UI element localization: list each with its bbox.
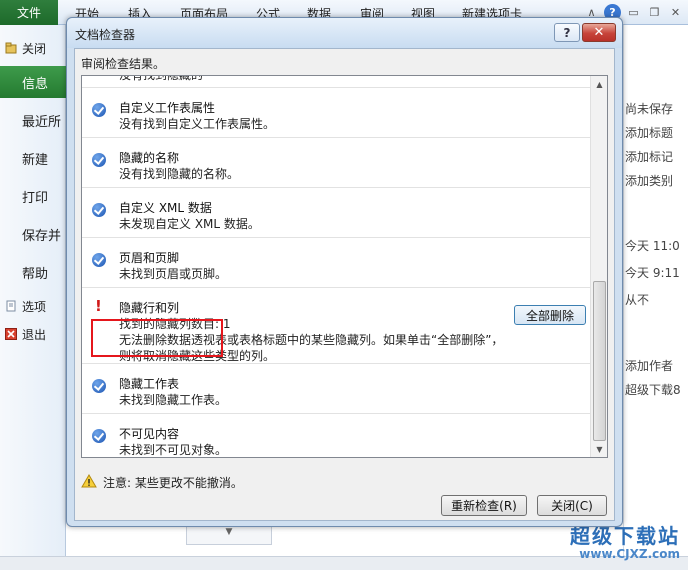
close-button[interactable]: 关闭(C) [537,495,607,516]
item-description: 未找到隐藏工作表。 [119,393,228,407]
list-item: 没有找到隐藏的 [82,75,591,88]
check-icon [92,379,106,393]
list-item: 页眉和页脚 未找到页眉或页脚。 [82,238,591,288]
list-item: 自定义工作表属性 没有找到自定义工作表属性。 [82,88,591,138]
item-description: 未发现自定义 XML 数据。 [119,217,260,231]
item-description: 没有找到自定义工作表属性。 [119,117,276,131]
backstage-close[interactable]: 关闭 [0,37,66,59]
info-text[interactable]: 添加作者 [625,357,673,374]
item-description: 没有找到隐藏的 [119,75,204,82]
minimize-icon[interactable]: ▭ [625,4,642,21]
check-icon [92,253,106,267]
annotation-highlight [91,319,223,357]
dropdown-stub[interactable]: ▼ [186,527,272,545]
exclamation-icon: ! [95,297,102,315]
check-icon [92,429,106,443]
inspection-results-list[interactable]: 没有找到隐藏的 自定义工作表属性 没有找到自定义工作表属性。 隐藏的名称 没有找… [81,75,608,458]
info-text[interactable]: 添加类别 [625,172,673,189]
check-icon [92,103,106,117]
scroll-down-icon[interactable]: ▼ [592,441,607,457]
info-text: 尚未保存 [625,102,674,116]
dialog-title: 文档检查器 [75,28,136,42]
info-text: 从不 [625,293,650,307]
results-items: 没有找到隐藏的 自定义工作表属性 没有找到自定义工作表属性。 隐藏的名称 没有找… [82,75,591,457]
info-text[interactable]: 添加标记 [625,148,673,165]
list-item: 隐藏的名称 没有找到隐藏的名称。 [82,138,591,188]
backstage-item-help[interactable]: 帮助 [0,256,66,288]
restore-icon[interactable]: ❐ [646,4,663,21]
info-text: 超级下载8 [625,383,681,397]
check-icon [92,203,106,217]
item-title: 自定义工作表属性 [119,101,216,115]
vertical-scrollbar[interactable]: ▲ ▼ [590,76,607,457]
item-title: 隐藏工作表 [119,377,180,391]
item-title: 页眉和页脚 [119,251,180,265]
note-text: 注意: 某些更改不能撤消。 [103,476,243,490]
folder-close-icon [5,42,17,54]
item-description: 没有找到隐藏的名称。 [119,167,240,181]
review-results-label: 审阅检查结果。 [81,57,166,71]
watermark-url: www.CJXZ.com [579,547,680,561]
backstage-item-info[interactable]: 信息 [0,66,66,98]
check-icon [92,153,106,167]
item-description: 未找到不可见对象。 [119,443,228,457]
backstage-item-new[interactable]: 新建 [0,142,66,174]
scroll-thumb[interactable] [593,281,606,441]
document-inspector-dialog: 文档检查器 ? ✕ 审阅检查结果。 没有找到隐藏的 自定义工作表属性 没有找到自… [66,17,623,527]
item-title: 自定义 XML 数据 [119,201,212,215]
backstage-item-print[interactable]: 打印 [0,180,66,212]
list-item: 隐藏工作表 未找到隐藏工作表。 [82,364,591,414]
file-tab[interactable]: 文件 [0,0,58,25]
backstage-exit[interactable]: 退出 [0,323,66,345]
recheck-button[interactable]: 重新检查(R) [441,495,527,516]
backstage-item-recent[interactable]: 最近所 [0,104,66,136]
list-item: 自定义 XML 数据 未发现自定义 XML 数据。 [82,188,591,238]
backstage-item-save-send[interactable]: 保存并 [0,218,66,250]
item-title: 不可见内容 [119,427,180,441]
info-text[interactable]: 添加标题 [625,124,673,141]
exit-icon [5,328,17,340]
document-icon [6,300,16,312]
backstage-nav: 关闭 信息 最近所 新建 打印 保存并 帮助 选项 退出 [0,25,66,570]
warning-icon [81,474,97,488]
backstage-options[interactable]: 选项 [0,295,66,317]
dialog-body: 审阅检查结果。 没有找到隐藏的 自定义工作表属性 没有找到自定义工作表属性。 隐… [74,48,615,521]
item-title: 隐藏的名称 [119,151,180,165]
dialog-close-button[interactable]: ✕ [582,23,616,42]
item-description: 未找到页眉或页脚。 [119,267,228,281]
info-text: 今天 11:0 [625,239,680,253]
close-icon[interactable]: ✕ [667,4,684,21]
dialog-help-button[interactable]: ? [554,23,580,42]
scroll-up-icon[interactable]: ▲ [592,76,607,92]
list-item: 不可见内容 未找到不可见对象。 [82,414,591,457]
remove-all-button[interactable]: 全部删除 [514,305,586,325]
item-title: 隐藏行和列 [119,301,180,315]
info-text: 今天 9:11 [625,266,680,280]
dialog-titlebar[interactable]: 文档检查器 ? ✕ [67,18,622,48]
